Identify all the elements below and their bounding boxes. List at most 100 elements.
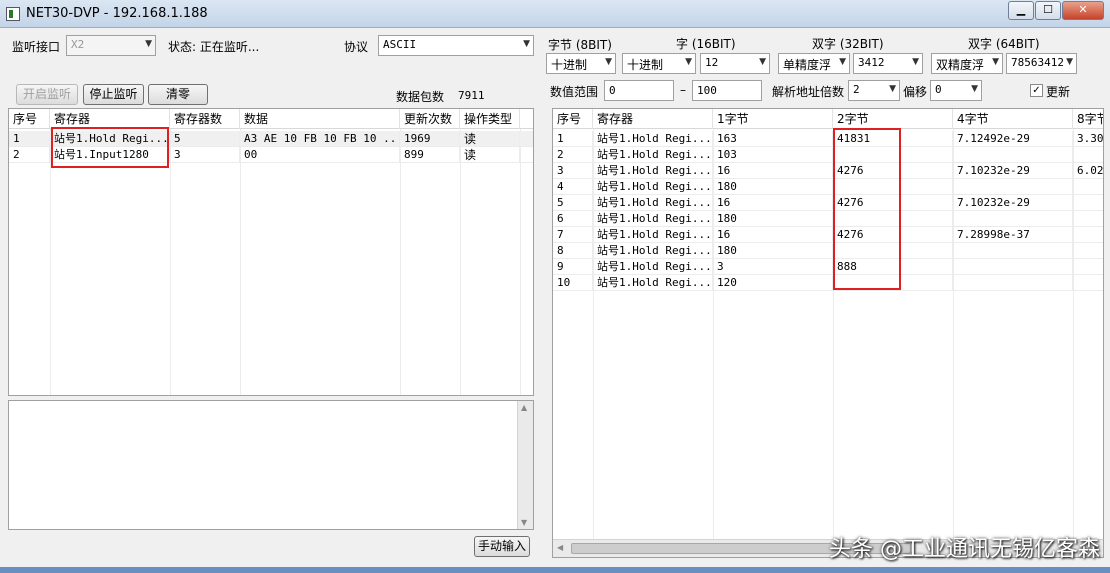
- cell-index: 7: [553, 227, 593, 243]
- qword-format-value: 双精度浮: [936, 58, 985, 72]
- range-dash: –: [680, 83, 686, 97]
- scroll-up-icon[interactable]: ▲: [521, 403, 527, 412]
- offset-label: 偏移: [903, 85, 928, 99]
- dword-value-select[interactable]: 3412 ▼: [853, 53, 923, 74]
- cell-8byte: [1073, 227, 1103, 243]
- column-header[interactable]: 操作类型: [460, 109, 520, 129]
- cell-index: 5: [553, 195, 593, 211]
- packets-value: 7911: [458, 89, 485, 102]
- table-row[interactable]: 2 站号1.Hold Regi... 103: [553, 147, 1103, 163]
- range-label: 数值范围: [550, 85, 599, 99]
- column-header[interactable]: 寄存器: [50, 109, 170, 129]
- manual-input-button[interactable]: 手动输入: [474, 536, 530, 557]
- cell-4byte: [953, 275, 1073, 291]
- table-row[interactable]: 9 站号1.Hold Regi... 3 888: [553, 259, 1103, 275]
- cell-4byte: 7.12492e-29: [953, 131, 1073, 147]
- column-header[interactable]: 寄存器数: [170, 109, 240, 129]
- multiplier-select[interactable]: 2 ▼: [848, 80, 900, 101]
- byte-label: 字节 (8BIT): [548, 38, 612, 52]
- cell-1byte: 180: [713, 179, 833, 195]
- cell-1byte: 16: [713, 195, 833, 211]
- column-header[interactable]: 8字节: [1073, 109, 1103, 129]
- qword-value-select[interactable]: 78563412 ▼: [1006, 53, 1077, 74]
- cell-4byte: [953, 211, 1073, 227]
- table-row[interactable]: 3站号1.Hold Regi...1642767.10232e-296.028: [553, 163, 1103, 179]
- scroll-left-icon[interactable]: ◀: [557, 543, 563, 552]
- column-header[interactable]: 寄存器: [593, 109, 713, 129]
- cell-1byte: 180: [713, 211, 833, 227]
- column-header[interactable]: 数据: [240, 109, 400, 129]
- chevron-down-icon: ▼: [971, 84, 978, 94]
- column-header[interactable]: 4字节: [953, 109, 1073, 129]
- protocol-value: ASCII: [383, 38, 417, 51]
- vertical-scrollbar[interactable]: ▲ ▼: [517, 401, 533, 529]
- cell-register: 站号1.Hold Regi...: [593, 227, 713, 243]
- clear-button[interactable]: 清零: [148, 84, 208, 105]
- offset-select[interactable]: 0 ▼: [930, 80, 982, 101]
- protocol-select[interactable]: ASCII ▼: [378, 35, 534, 56]
- taskbar-edge: [0, 567, 1110, 573]
- protocol-label: 协议: [344, 40, 369, 54]
- close-button[interactable]: ✕: [1062, 1, 1104, 20]
- word-value: 12: [705, 56, 719, 69]
- chevron-down-icon: ▼: [759, 57, 766, 67]
- cell-1byte: 3: [713, 259, 833, 275]
- cell-4byte: [953, 243, 1073, 259]
- word-format-select[interactable]: 十进制 ▼: [622, 53, 696, 74]
- chevron-down-icon: ▼: [145, 39, 152, 49]
- chevron-down-icon: ▼: [992, 57, 999, 67]
- app-icon: [6, 7, 20, 21]
- cell-index: 2: [9, 147, 50, 163]
- range-max-input[interactable]: 100: [692, 80, 762, 101]
- column-header[interactable]: 更新次数: [400, 109, 460, 129]
- cell-updates: 899: [400, 147, 460, 163]
- start-monitor-button[interactable]: 开启监听: [16, 84, 78, 105]
- cell-1byte: 16: [713, 227, 833, 243]
- range-min-input[interactable]: 0: [604, 80, 674, 101]
- cell-index: 2: [553, 147, 593, 163]
- cell-8byte: [1073, 243, 1103, 259]
- cell-4byte: 7.28998e-37: [953, 227, 1073, 243]
- table-row[interactable]: 8 站号1.Hold Regi... 180: [553, 243, 1103, 259]
- cell-1byte: 120: [713, 275, 833, 291]
- packets-label: 数据包数: [396, 90, 445, 104]
- qword-label: 双字 (64BIT): [968, 37, 1040, 51]
- dword-format-select[interactable]: 单精度浮 ▼: [778, 53, 850, 74]
- cell-op: 读: [460, 131, 520, 147]
- scroll-down-icon[interactable]: ▼: [521, 518, 527, 527]
- table-row[interactable]: 1 站号1.Hold Regi... 163 41831 7.12492e-29 3.30…: [553, 131, 1103, 147]
- multiplier-label: 解析地址倍数: [772, 85, 845, 99]
- cell-1byte: 103: [713, 147, 833, 163]
- byte-format-select[interactable]: 十进制 ▼: [546, 53, 616, 74]
- table-row[interactable]: 10 站号1.Hold Regi... 120: [553, 275, 1103, 291]
- cell-4byte: 7.10232e-29: [953, 163, 1073, 179]
- update-checkbox[interactable]: ✓: [1030, 84, 1043, 97]
- stop-monitor-button[interactable]: 停止监听: [83, 84, 144, 105]
- cell-index: 8: [553, 243, 593, 259]
- cell-8byte: 6.028: [1073, 163, 1103, 179]
- column-header[interactable]: 2字节: [833, 109, 953, 129]
- cell-8byte: [1073, 179, 1103, 195]
- column-header[interactable]: 序号: [553, 109, 593, 129]
- qword-format-select[interactable]: 双精度浮 ▼: [931, 53, 1003, 74]
- table-row[interactable]: 5 站号1.Hold Regi... 16 4276 7.10232e-29: [553, 195, 1103, 211]
- iface-select[interactable]: X2 ▼: [66, 35, 156, 56]
- table-row[interactable]: 7 站号1.Hold Regi... 16 4276 7.28998e-37: [553, 227, 1103, 243]
- cell-1byte: 163: [713, 131, 833, 147]
- cell-data: 00: [240, 147, 400, 163]
- word-value-select[interactable]: 12 ▼: [700, 53, 770, 74]
- log-textarea[interactable]: ▲ ▼: [8, 400, 534, 530]
- table-row[interactable]: 6 站号1.Hold Regi... 180: [553, 211, 1103, 227]
- column-header[interactable]: 序号: [9, 109, 50, 129]
- cell-register: 站号1.Hold Regi...: [593, 259, 713, 275]
- minimize-button[interactable]: ▁: [1008, 1, 1034, 20]
- cell-4byte: 7.10232e-29: [953, 195, 1073, 211]
- column-header[interactable]: 1字节: [713, 109, 833, 129]
- iface-label: 监听接口: [12, 40, 61, 54]
- table-row[interactable]: 4 站号1.Hold Regi... 180: [553, 179, 1103, 195]
- maximize-button[interactable]: ☐: [1035, 1, 1061, 20]
- dword-label: 双字 (32BIT): [812, 37, 884, 51]
- cell-index: 4: [553, 179, 593, 195]
- cell-index: 1: [553, 131, 593, 147]
- cell-data: A3 AE 10 FB 10 FB 10 ...: [240, 131, 400, 147]
